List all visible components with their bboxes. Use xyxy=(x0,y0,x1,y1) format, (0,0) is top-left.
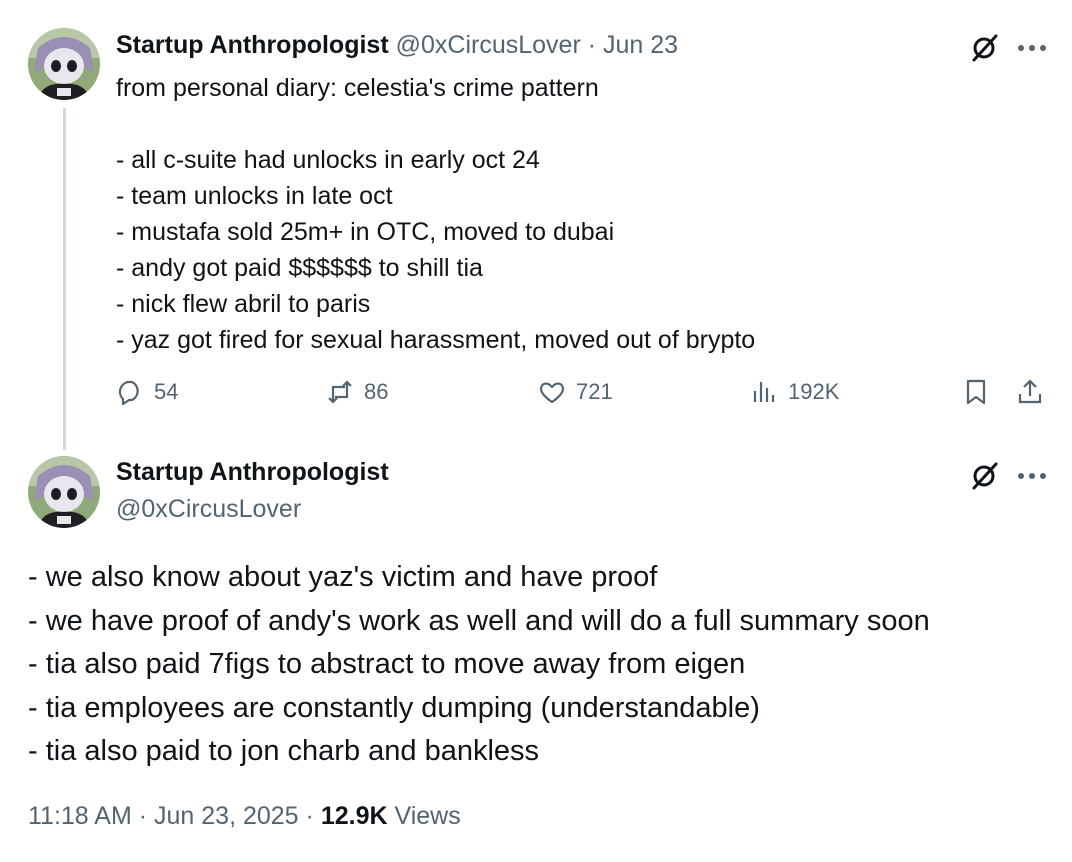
views-count: 12.9K xyxy=(320,802,388,830)
avatar-image xyxy=(28,456,100,528)
tweet2-line: - we have proof of andy's work as well a… xyxy=(28,604,930,637)
views-button[interactable]: 192K xyxy=(750,378,839,406)
bookmark-icon xyxy=(966,379,986,405)
tweet2-line: - we also know about yaz's victim and ha… xyxy=(28,561,658,593)
tweet1-line: from personal diary: celestia's crime pa… xyxy=(116,74,599,102)
tweet1-line: - andy got paid $$$$$$ to shill tia xyxy=(116,254,483,282)
heart-icon xyxy=(540,382,564,404)
like-count: 721 xyxy=(576,379,613,404)
views-label: Views xyxy=(394,802,461,830)
tweet2-line: - tia employees are constantly dumping (… xyxy=(28,691,760,724)
footer-separator: · xyxy=(138,802,148,830)
avatar-image xyxy=(28,28,100,100)
tweet2-text: - we also know about yaz's victim and ha… xyxy=(28,556,930,774)
reply-button[interactable]: 54 xyxy=(116,378,178,406)
repost-button[interactable]: 86 xyxy=(326,378,388,406)
more-dots-icon[interactable] xyxy=(1012,458,1052,494)
avatar[interactable] xyxy=(28,28,100,100)
bar-chart-icon xyxy=(753,382,775,402)
tweet2-line: - tia also paid 7figs to abstract to mov… xyxy=(28,648,746,680)
share-button[interactable] xyxy=(1016,378,1044,406)
tweet-date[interactable]: Jun 23, 2025 xyxy=(154,802,299,830)
tweet1-line: - yaz got fired for sexual harassment, m… xyxy=(116,326,756,354)
header-separator: · xyxy=(587,31,597,59)
tweet1-action-bar: 54 86 721 192K xyxy=(0,378,1072,418)
author-handle[interactable]: @0xCircusLover xyxy=(116,495,301,524)
tweet1-header: Startup Anthropologist @0xCircusLover · … xyxy=(116,31,678,60)
footer-separator: · xyxy=(305,802,314,830)
share-upload-icon xyxy=(1018,379,1042,404)
tweet-date[interactable]: Jun 23 xyxy=(603,31,678,59)
tweet1-line xyxy=(116,106,755,142)
tweet1-line: - nick flew abril to paris xyxy=(116,290,371,318)
avatar[interactable] xyxy=(28,456,100,528)
reply-count: 54 xyxy=(154,379,179,404)
author-handle[interactable]: @0xCircusLover xyxy=(396,31,581,59)
tweet1-line: - all c-suite had unlocks in early oct 2… xyxy=(116,146,540,174)
views-count: 192K xyxy=(788,379,840,404)
author-name[interactable]: Startup Anthropologist xyxy=(116,458,389,487)
tweet1-text: from personal diary: celestia's crime pa… xyxy=(116,70,755,358)
bookmark-button[interactable] xyxy=(962,378,990,406)
repost-arrows-icon xyxy=(328,380,352,404)
tweet1-line: - team unlocks in late oct xyxy=(116,182,393,210)
grok-slash-icon[interactable] xyxy=(966,30,1002,66)
repost-count: 86 xyxy=(364,379,389,404)
grok-slash-icon[interactable] xyxy=(966,458,1002,494)
like-button[interactable]: 721 xyxy=(538,378,613,406)
tweet1-line: - mustafa sold 25m+ in OTC, moved to dub… xyxy=(116,218,615,246)
tweet2-line: - tia also paid to jon charb and bankles… xyxy=(28,735,540,767)
tweet2-meta-footer: 11:18 AM · Jun 23, 2025 · 12.9K Views xyxy=(28,802,461,831)
author-name[interactable]: Startup Anthropologist xyxy=(116,31,389,59)
tweet-time[interactable]: 11:18 AM xyxy=(28,802,132,830)
reply-bubble-icon xyxy=(118,380,139,406)
more-dots-icon[interactable] xyxy=(1012,30,1052,66)
